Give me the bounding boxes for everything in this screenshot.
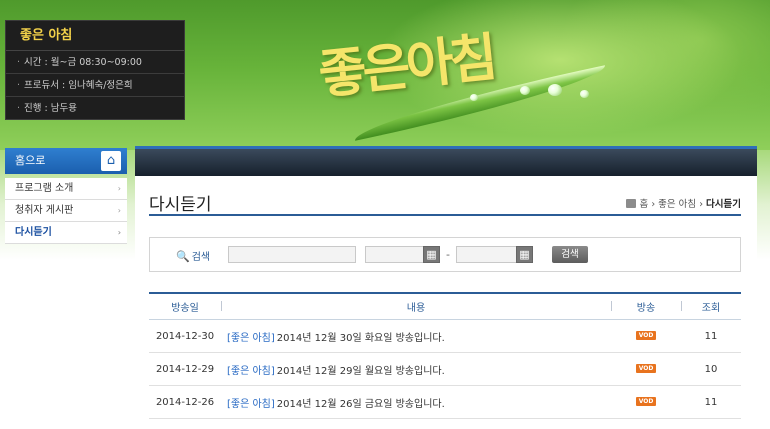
search-panel: 🔍 검색 ▦ - ▦ 검색	[149, 237, 741, 272]
table-row: 2014-12-29 [좋은 아침] 2014년 12월 29일 월요일 방송입니…	[149, 353, 741, 386]
sidebar-item-label: 프로그램 소개	[15, 183, 74, 194]
breadcrumb-separator-icon: ›	[651, 199, 656, 210]
search-label-text: 검색	[191, 252, 211, 263]
breadcrumb-current: 다시듣기	[706, 199, 741, 210]
search-icon: 🔍	[176, 250, 190, 263]
row-text: 2014년 12월 30일 화요일 방송입니다.	[276, 332, 445, 344]
replay-table: 방송일 내용 방송 조회 2014-12-30 [좋은 아침] 2014년 12월…	[149, 292, 741, 419]
row-title-link[interactable]: [좋은 아침] 2014년 12월 30일 화요일 방송입니다.	[221, 329, 611, 344]
table-header: 방송일 내용 방송 조회	[149, 292, 741, 320]
water-drop	[470, 94, 478, 101]
sidebar-item-listener-board[interactable]: 청취자 게시판 ›	[5, 200, 127, 222]
row-vod: VOD	[611, 331, 681, 342]
vod-icon[interactable]: VOD	[636, 331, 656, 340]
row-text: 2014년 12월 26일 금요일 방송입니다.	[276, 398, 445, 410]
col-header-content: 내용	[221, 299, 611, 314]
breadcrumb-program[interactable]: 좋은 아침	[658, 199, 696, 210]
row-date: 2014-12-29	[155, 363, 215, 375]
row-category: [좋은 아침]	[227, 398, 275, 410]
row-vod: VOD	[611, 397, 681, 408]
bullet-icon: ·	[17, 80, 21, 91]
row-views: 11	[704, 396, 718, 408]
bullet-icon: ·	[17, 57, 21, 68]
sidebar-item-replay[interactable]: 다시듣기 ›	[5, 222, 127, 244]
sidebar-item-label: 청취자 게시판	[15, 205, 74, 216]
row-text: 2014년 12월 29일 월요일 방송입니다.	[276, 365, 445, 377]
row-date: 2014-12-26	[155, 396, 215, 408]
sidebar-home-link[interactable]: 홈으로 ⌂	[5, 148, 127, 174]
info-text: 진행 : 남두용	[24, 103, 77, 114]
sidebar-item-label: 다시듣기	[15, 227, 52, 238]
chevron-right-icon: ›	[117, 228, 121, 237]
info-text: 프로듀서 : 임나혜숙/정은희	[24, 80, 133, 91]
program-info-time: · 시간 : 월~금 08:30~09:00	[6, 51, 184, 74]
calendar-icon[interactable]: ▦	[516, 246, 533, 263]
main-content: 다시듣기 홈 › 좋은 아침 › 다시듣기 🔍 검색 ▦ - ▦ 검색 방송일 내…	[135, 176, 757, 429]
vod-icon[interactable]: VOD	[636, 397, 656, 406]
chevron-right-icon: ›	[117, 206, 121, 215]
date-range-dash: -	[446, 248, 450, 261]
row-views: 10	[704, 363, 718, 375]
chevron-right-icon: ›	[117, 184, 121, 193]
row-vod: VOD	[611, 364, 681, 375]
search-button[interactable]: 검색	[552, 246, 588, 263]
bullet-icon: ·	[17, 103, 21, 114]
sidebar-menu: 프로그램 소개 › 청취자 게시판 › 다시듣기 ›	[5, 178, 127, 244]
water-drop	[580, 90, 589, 98]
water-drop	[548, 84, 562, 96]
program-info-title: 좋은 아침	[6, 21, 184, 51]
calendar-icon[interactable]: ▦	[423, 246, 440, 263]
water-drop	[520, 86, 530, 95]
row-category: [좋은 아침]	[227, 365, 275, 377]
table-row: 2014-12-26 [좋은 아침] 2014년 12월 26일 금요일 방송입니…	[149, 386, 741, 419]
col-header-date: 방송일	[171, 303, 199, 314]
page-title: 다시듣기	[149, 195, 212, 215]
info-text: 시간 : 월~금 08:30~09:00	[24, 57, 142, 68]
search-keyword-input[interactable]	[228, 246, 356, 263]
row-views: 11	[704, 330, 718, 342]
table-row: 2014-12-30 [좋은 아침] 2014년 12월 30일 화요일 방송입니…	[149, 320, 741, 353]
breadcrumb-home[interactable]: 홈	[640, 199, 649, 210]
program-info-producer: · 프로듀서 : 임나혜숙/정은희	[6, 74, 184, 97]
start-date-input[interactable]	[365, 246, 425, 263]
col-header-broadcast: 방송	[611, 299, 681, 314]
row-category: [좋은 아침]	[227, 332, 275, 344]
title-divider	[149, 214, 741, 216]
sidebar-home-label: 홈으로	[15, 154, 46, 167]
home-icon	[625, 199, 636, 208]
sidebar-item-program-intro[interactable]: 프로그램 소개 ›	[5, 178, 127, 200]
content-top-bar	[135, 146, 757, 176]
row-title-link[interactable]: [좋은 아침] 2014년 12월 26일 금요일 방송입니다.	[221, 395, 611, 410]
row-date: 2014-12-30	[155, 330, 215, 342]
vod-icon[interactable]: VOD	[636, 364, 656, 373]
end-date-input[interactable]	[456, 246, 518, 263]
row-title-link[interactable]: [좋은 아침] 2014년 12월 29일 월요일 방송입니다.	[221, 362, 611, 377]
col-header-views: 조회	[681, 299, 741, 314]
program-logo: 좋은아침	[315, 26, 497, 106]
program-info-box: 좋은 아침 · 시간 : 월~금 08:30~09:00 · 프로듀서 : 임나혜숙…	[5, 20, 185, 120]
program-info-host: · 진행 : 남두용	[6, 97, 184, 120]
search-label: 🔍 검색	[176, 248, 210, 263]
breadcrumb: 홈 › 좋은 아침 › 다시듣기	[625, 196, 741, 210]
house-icon[interactable]: ⌂	[101, 151, 121, 171]
breadcrumb-separator-icon: ›	[699, 199, 703, 210]
